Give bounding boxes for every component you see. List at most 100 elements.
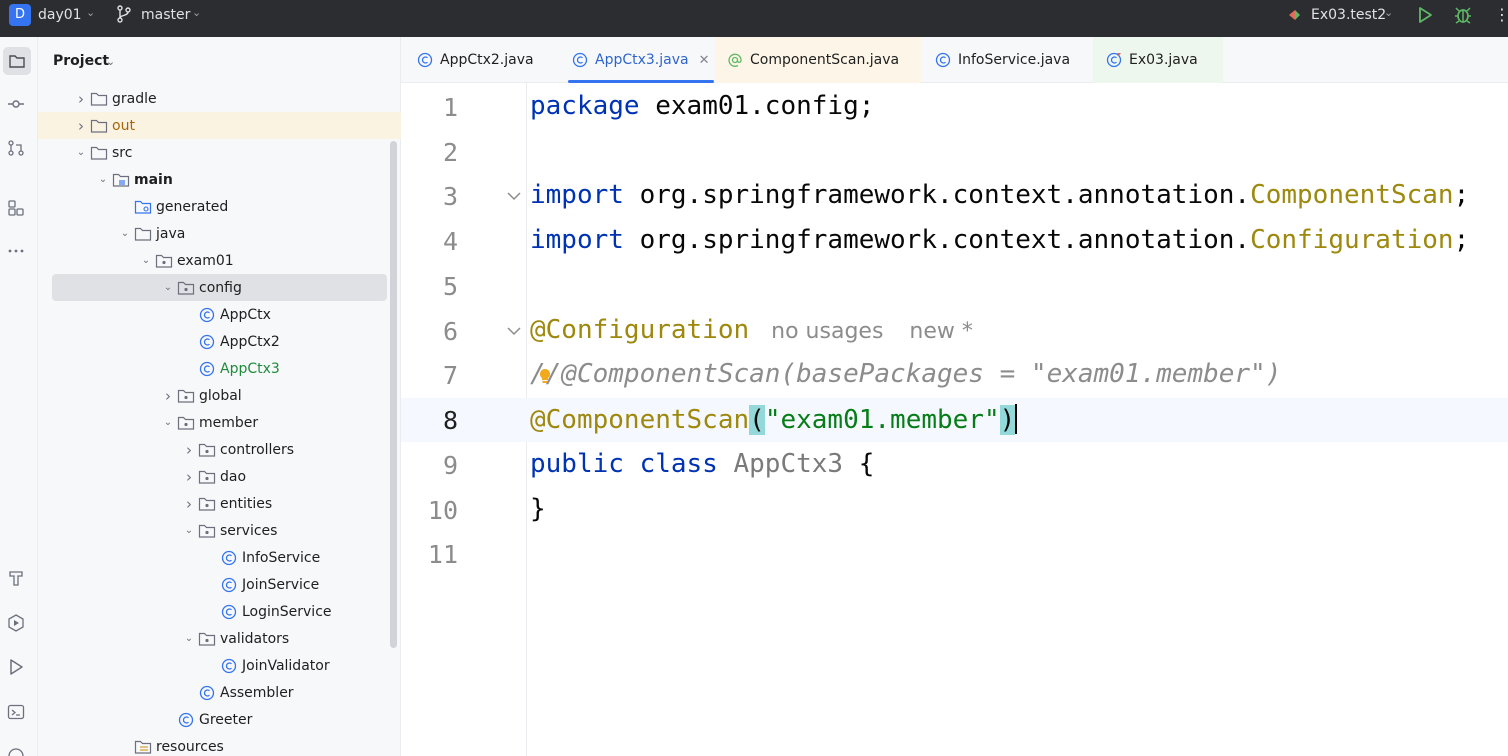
fold-chevron-icon[interactable] bbox=[505, 187, 523, 205]
run-icon[interactable] bbox=[1416, 6, 1434, 24]
paren-match: ) bbox=[999, 405, 1016, 435]
pull-requests-icon[interactable] bbox=[5, 137, 27, 159]
chevron-right-icon[interactable]: › bbox=[74, 117, 88, 135]
code-line[interactable]: 11 bbox=[401, 532, 1508, 576]
code-line[interactable]: 6 @Configuration no usages new * bbox=[401, 309, 1508, 353]
fold-chevron-icon[interactable] bbox=[505, 322, 523, 340]
problems-icon[interactable] bbox=[5, 743, 27, 756]
code-line[interactable]: 4 import org.springframework.context.ann… bbox=[401, 219, 1508, 263]
more-tools-icon[interactable] bbox=[5, 240, 27, 262]
tree-item-controllers[interactable]: › controllers bbox=[38, 436, 388, 463]
class-icon bbox=[220, 658, 238, 674]
code-line[interactable]: 2 bbox=[401, 130, 1508, 174]
class-icon bbox=[220, 577, 238, 593]
services-icon[interactable] bbox=[5, 612, 27, 634]
tree-item-src[interactable]: ⌄ src bbox=[38, 139, 388, 166]
tree-item-joinvalidator[interactable]: JoinValidator bbox=[38, 652, 388, 679]
chevron-right-icon[interactable]: › bbox=[182, 468, 196, 486]
code-line[interactable]: 9 public class AppCtx3 { bbox=[401, 443, 1508, 487]
code-line[interactable]: 7 //@ComponentScan(basePackages = "exam0… bbox=[401, 353, 1508, 397]
tree-item-appctx3[interactable]: AppCtx3 bbox=[38, 355, 388, 382]
author-hint[interactable]: new * bbox=[909, 319, 972, 344]
tree-item-infoservice[interactable]: InfoService bbox=[38, 544, 388, 571]
line-number: 10 bbox=[427, 496, 458, 525]
chevron-down-icon[interactable]: ⌄ bbox=[161, 417, 175, 428]
debug-icon[interactable] bbox=[1453, 5, 1473, 25]
tab-ex03[interactable]: Ex03.java bbox=[1093, 37, 1223, 83]
tree-item-exam01[interactable]: ⌄ exam01 bbox=[38, 247, 388, 274]
run-config-selector[interactable]: Ex03.test2 bbox=[1311, 7, 1386, 23]
tree-item-out[interactable]: › out bbox=[38, 112, 401, 139]
chevron-right-icon[interactable]: › bbox=[74, 90, 88, 108]
tab-infoservice[interactable]: InfoService.java bbox=[935, 37, 1070, 83]
folder-icon bbox=[90, 118, 108, 134]
terminal-icon[interactable] bbox=[5, 701, 27, 723]
tree-item-dao[interactable]: › dao bbox=[38, 463, 388, 490]
editor-tabs: AppCtx2.java AppCtx3.java ✕ ComponentSca… bbox=[401, 37, 1508, 83]
structure-icon[interactable] bbox=[5, 197, 27, 219]
class-icon bbox=[220, 604, 238, 620]
tree-item-label: AppCtx bbox=[220, 306, 271, 323]
tree-item-generated[interactable]: generated bbox=[38, 193, 388, 220]
commit-icon[interactable] bbox=[5, 93, 27, 115]
run-tool-icon[interactable] bbox=[5, 656, 27, 678]
chevron-down-icon[interactable]: ⌄ bbox=[86, 6, 95, 19]
tree-item-loginservice[interactable]: LoginService bbox=[38, 598, 388, 625]
tree-item-validators[interactable]: ⌄ validators bbox=[38, 625, 388, 652]
chevron-down-icon[interactable]: ⌄ bbox=[118, 228, 132, 239]
code-line-current[interactable]: 8 @ComponentScan("exam01.member") bbox=[401, 398, 1508, 442]
tree-item-java[interactable]: ⌄ java bbox=[38, 220, 388, 247]
tree-item-label: dao bbox=[220, 468, 247, 485]
build-icon[interactable] bbox=[5, 567, 27, 589]
tree-item-label: AppCtx3 bbox=[220, 360, 280, 377]
close-icon[interactable]: ✕ bbox=[699, 53, 710, 68]
chevron-right-icon[interactable]: › bbox=[161, 387, 175, 405]
tree-item-label: out bbox=[112, 117, 135, 134]
run-config-icon bbox=[1289, 10, 1300, 20]
chevron-down-icon[interactable]: ⌄ bbox=[74, 147, 88, 158]
branch-name[interactable]: master bbox=[141, 7, 190, 23]
tab-appctx3[interactable]: AppCtx3.java ✕ bbox=[568, 37, 713, 83]
chevron-down-icon[interactable]: ⌄ bbox=[182, 633, 196, 644]
code-line[interactable]: 5 bbox=[401, 264, 1508, 308]
chevron-right-icon[interactable]: › bbox=[182, 441, 196, 459]
tree-item-appctx2[interactable]: AppCtx2 bbox=[38, 328, 388, 355]
tree-item-gradle[interactable]: › gradle bbox=[38, 85, 388, 112]
project-name[interactable]: day01 bbox=[38, 7, 82, 23]
project-scrollbar[interactable] bbox=[390, 141, 397, 648]
tree-item-entities[interactable]: › entities bbox=[38, 490, 388, 517]
more-icon[interactable]: ⋮ bbox=[1494, 4, 1508, 26]
tree-item-config[interactable]: ⌄ config bbox=[52, 274, 387, 301]
chevron-down-icon[interactable]: ⌄ bbox=[139, 255, 153, 266]
project-tool-icon[interactable] bbox=[3, 47, 31, 75]
tab-appctx2[interactable]: AppCtx2.java bbox=[417, 37, 534, 83]
project-panel-title[interactable]: Project bbox=[53, 53, 109, 69]
chevron-down-icon[interactable]: ⌄ bbox=[1384, 6, 1393, 19]
tree-item-member[interactable]: ⌄ member bbox=[38, 409, 388, 436]
tree-item-resources[interactable]: resources bbox=[38, 733, 388, 756]
code-editor[interactable]: 1 package exam01.config; 2 3 import org.… bbox=[401, 83, 1508, 756]
tree-item-joinservice[interactable]: JoinService bbox=[38, 571, 388, 598]
project-badge[interactable]: D bbox=[9, 4, 31, 26]
chevron-down-icon[interactable]: ⌄ bbox=[192, 6, 201, 19]
chevron-down-icon[interactable]: ⌄ bbox=[106, 55, 115, 68]
chevron-right-icon[interactable]: › bbox=[182, 495, 196, 513]
tree-item-greeter[interactable]: Greeter bbox=[38, 706, 388, 733]
code-line[interactable]: 10 } bbox=[401, 488, 1508, 532]
usages-hint[interactable]: no usages bbox=[771, 319, 883, 344]
git-branch-icon[interactable] bbox=[116, 5, 132, 23]
code-line[interactable]: 3 import org.springframework.context.ann… bbox=[401, 174, 1508, 218]
paren-match: ( bbox=[749, 405, 765, 435]
code-line[interactable]: 1 package exam01.config; bbox=[401, 85, 1508, 129]
tree-item-main[interactable]: ⌄ main bbox=[38, 166, 388, 193]
chevron-down-icon[interactable]: ⌄ bbox=[182, 525, 196, 536]
chevron-down-icon[interactable]: ⌄ bbox=[96, 174, 110, 185]
chevron-down-icon[interactable]: ⌄ bbox=[161, 282, 175, 293]
tab-componentscan[interactable]: ComponentScan.java bbox=[715, 37, 921, 83]
tree-item-label: controllers bbox=[220, 441, 295, 458]
tree-item-appctx[interactable]: AppCtx bbox=[38, 301, 388, 328]
tree-item-services[interactable]: ⌄ services bbox=[38, 517, 388, 544]
tree-item-global[interactable]: › global bbox=[38, 382, 388, 409]
tree-item-assembler[interactable]: Assembler bbox=[38, 679, 388, 706]
lightbulb-icon[interactable] bbox=[537, 367, 553, 385]
